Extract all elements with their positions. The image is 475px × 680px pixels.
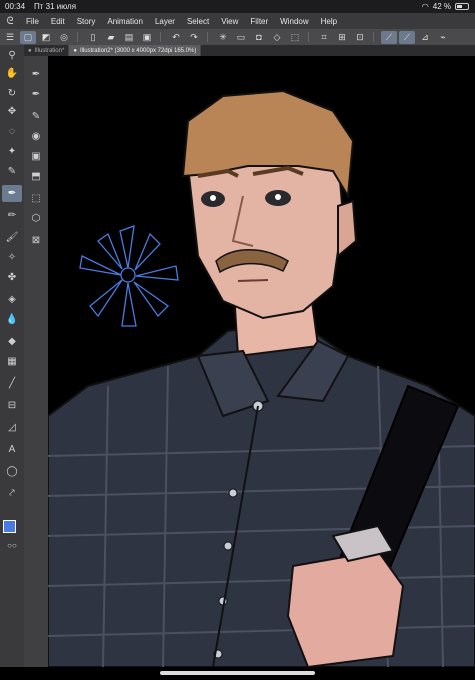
color-mode-icon[interactable]: ○○ bbox=[2, 537, 22, 554]
artwork bbox=[48, 89, 475, 667]
eraser-icon[interactable]: ◈ bbox=[2, 291, 22, 308]
clear-icon[interactable]: ✳ bbox=[215, 31, 231, 44]
sub-tool-4-icon[interactable]: ◉ bbox=[26, 128, 46, 145]
tab-illustration[interactable]: ● Illustration* bbox=[24, 45, 70, 56]
battery-text: 42 % bbox=[432, 2, 451, 11]
text-icon[interactable]: A bbox=[2, 441, 22, 458]
airbrush-icon[interactable]: ✧ bbox=[2, 249, 22, 266]
menu-bar: ᘓ File Edit Story Animation Layer Select… bbox=[0, 13, 475, 29]
sub-tool-8-icon[interactable]: ⬡ bbox=[26, 210, 46, 227]
fill-icon[interactable]: ◆ bbox=[2, 333, 22, 350]
pen-pressure-icon[interactable]: ⟋ bbox=[399, 30, 415, 44]
brush-icon[interactable]: 🖌 bbox=[2, 229, 22, 246]
sub-tool-1-icon[interactable]: ✒ bbox=[26, 66, 46, 83]
menu-help[interactable]: Help bbox=[315, 17, 343, 26]
clock: 00:34 bbox=[5, 2, 26, 11]
flower-sketch bbox=[79, 225, 179, 327]
document-tabs: ● Illustration* ● Illustration2* (3000 x… bbox=[24, 45, 475, 56]
sub-tool-6-icon[interactable]: ⬒ bbox=[26, 168, 46, 185]
drawing-canvas[interactable] bbox=[48, 56, 475, 667]
home-indicator[interactable] bbox=[160, 671, 315, 675]
sub-tool-9-icon[interactable]: ⊠ bbox=[26, 232, 46, 249]
move-icon[interactable]: ✥ bbox=[2, 103, 22, 120]
correction-icon[interactable]: ⤤ bbox=[2, 485, 22, 502]
select-wand-icon[interactable]: ✦ bbox=[2, 143, 22, 160]
command-bar: ☰ ▢ ◩ ◎ ▯ ▰ ▤ ▣ ↶ ↷ ✳ ▭ ◘ ◇ ⬚ ⌗ ⊞ ⊡ ⟋ ⟋ … bbox=[0, 29, 475, 45]
close-tab-icon[interactable]: ● bbox=[28, 48, 32, 54]
sub-tool-palette: ✒ ✒ ✎ ◉ ▣ ⬒ ⬚ ⬡ ⊠ bbox=[24, 56, 49, 667]
lasso-icon[interactable]: ◌ bbox=[2, 123, 22, 140]
sub-tool-7-icon[interactable]: ⬚ bbox=[26, 190, 46, 207]
wifi-icon: ◠ bbox=[421, 2, 429, 11]
menu-window[interactable]: Window bbox=[274, 17, 314, 26]
tab-label: Illustration2* (3000 x 4000px 72dpi 165.… bbox=[79, 47, 197, 54]
redo-icon[interactable]: ↷ bbox=[186, 31, 202, 44]
rotate-icon[interactable]: ↻ bbox=[2, 85, 22, 102]
figure-icon[interactable]: ╱ bbox=[2, 375, 22, 392]
quick-access-icon[interactable]: ▢ bbox=[20, 30, 36, 44]
hand-icon[interactable]: ✋ bbox=[2, 65, 22, 82]
clip-studio-app-icon[interactable]: ᘓ bbox=[0, 16, 20, 27]
reference-icon[interactable]: ⌁ bbox=[435, 31, 451, 44]
ruler-icon[interactable]: ◿ bbox=[2, 419, 22, 436]
new-file-icon[interactable]: ▯ bbox=[85, 31, 101, 44]
menu-animation[interactable]: Animation bbox=[101, 17, 149, 26]
snap-icon[interactable]: ⊞ bbox=[334, 31, 350, 44]
blend-icon[interactable]: 💧 bbox=[2, 311, 22, 328]
menu-edit[interactable]: Edit bbox=[45, 17, 71, 26]
menu-story[interactable]: Story bbox=[71, 17, 102, 26]
status-right: ◠ 42 % bbox=[422, 2, 469, 11]
sub-tool-3-icon[interactable]: ✎ bbox=[26, 108, 46, 125]
deselect-icon[interactable]: ⬚ bbox=[287, 31, 303, 44]
close-tab-icon[interactable]: ● bbox=[73, 48, 77, 54]
color-panel-icon[interactable]: ◎ bbox=[56, 31, 72, 44]
main-color-swatch[interactable] bbox=[3, 520, 16, 533]
clear-selection-icon[interactable]: ▭ bbox=[233, 31, 249, 44]
zoom-icon[interactable]: ⚲ bbox=[2, 47, 22, 64]
hamburger-menu-icon[interactable]: ☰ bbox=[2, 31, 18, 44]
pen-icon[interactable]: ✒ bbox=[2, 185, 22, 202]
status-bar: 00:34 Пт 31 июля ◠ 42 % bbox=[0, 0, 475, 13]
save-icon[interactable]: ▤ bbox=[121, 31, 137, 44]
date: Пт 31 июля bbox=[34, 2, 77, 11]
export-icon[interactable]: ▣ bbox=[139, 31, 155, 44]
tab-label: Illustration* bbox=[34, 47, 65, 54]
battery-icon bbox=[455, 3, 469, 10]
tool-palette: ⚲ ✋ ↻ ✥ ◌ ✦ ✎ ✒ ✏ 🖌 ✧ ✤ ◈ 💧 ◆ ▦ ╱ ⊟ ◿ A … bbox=[0, 45, 24, 667]
menu-filter[interactable]: Filter bbox=[244, 17, 274, 26]
menu-view[interactable]: View bbox=[215, 17, 244, 26]
sub-tool-5-icon[interactable]: ▣ bbox=[26, 148, 46, 165]
ruler-snap-icon[interactable]: ⊿ bbox=[417, 31, 433, 44]
decoration-icon[interactable]: ✤ bbox=[2, 269, 22, 286]
grid-icon[interactable]: ⊡ bbox=[352, 31, 368, 44]
sub-tool-2-icon[interactable]: ✒ bbox=[26, 86, 46, 103]
crop-icon[interactable]: ⌗ bbox=[316, 31, 332, 44]
transform-icon[interactable]: ◇ bbox=[269, 31, 285, 44]
undo-icon[interactable]: ↶ bbox=[168, 31, 184, 44]
fill-selection-icon[interactable]: ◘ bbox=[251, 31, 267, 44]
eyedropper-icon[interactable]: ✎ bbox=[2, 163, 22, 180]
layer-panel-icon[interactable]: ◩ bbox=[38, 31, 54, 44]
pencil-icon[interactable]: ✏ bbox=[2, 207, 22, 224]
gradient-icon[interactable]: ▦ bbox=[2, 353, 22, 370]
frame-icon[interactable]: ⊟ bbox=[2, 397, 22, 414]
open-folder-icon[interactable]: ▰ bbox=[103, 31, 119, 44]
menu-layer[interactable]: Layer bbox=[149, 17, 181, 26]
tab-illustration2[interactable]: ● Illustration2* (3000 x 4000px 72dpi 16… bbox=[69, 45, 202, 56]
menu-select[interactable]: Select bbox=[181, 17, 215, 26]
menu-file[interactable]: File bbox=[20, 17, 45, 26]
stabilizer-icon[interactable]: ⟋ bbox=[381, 30, 397, 44]
balloon-icon[interactable]: ◯ bbox=[2, 463, 22, 480]
